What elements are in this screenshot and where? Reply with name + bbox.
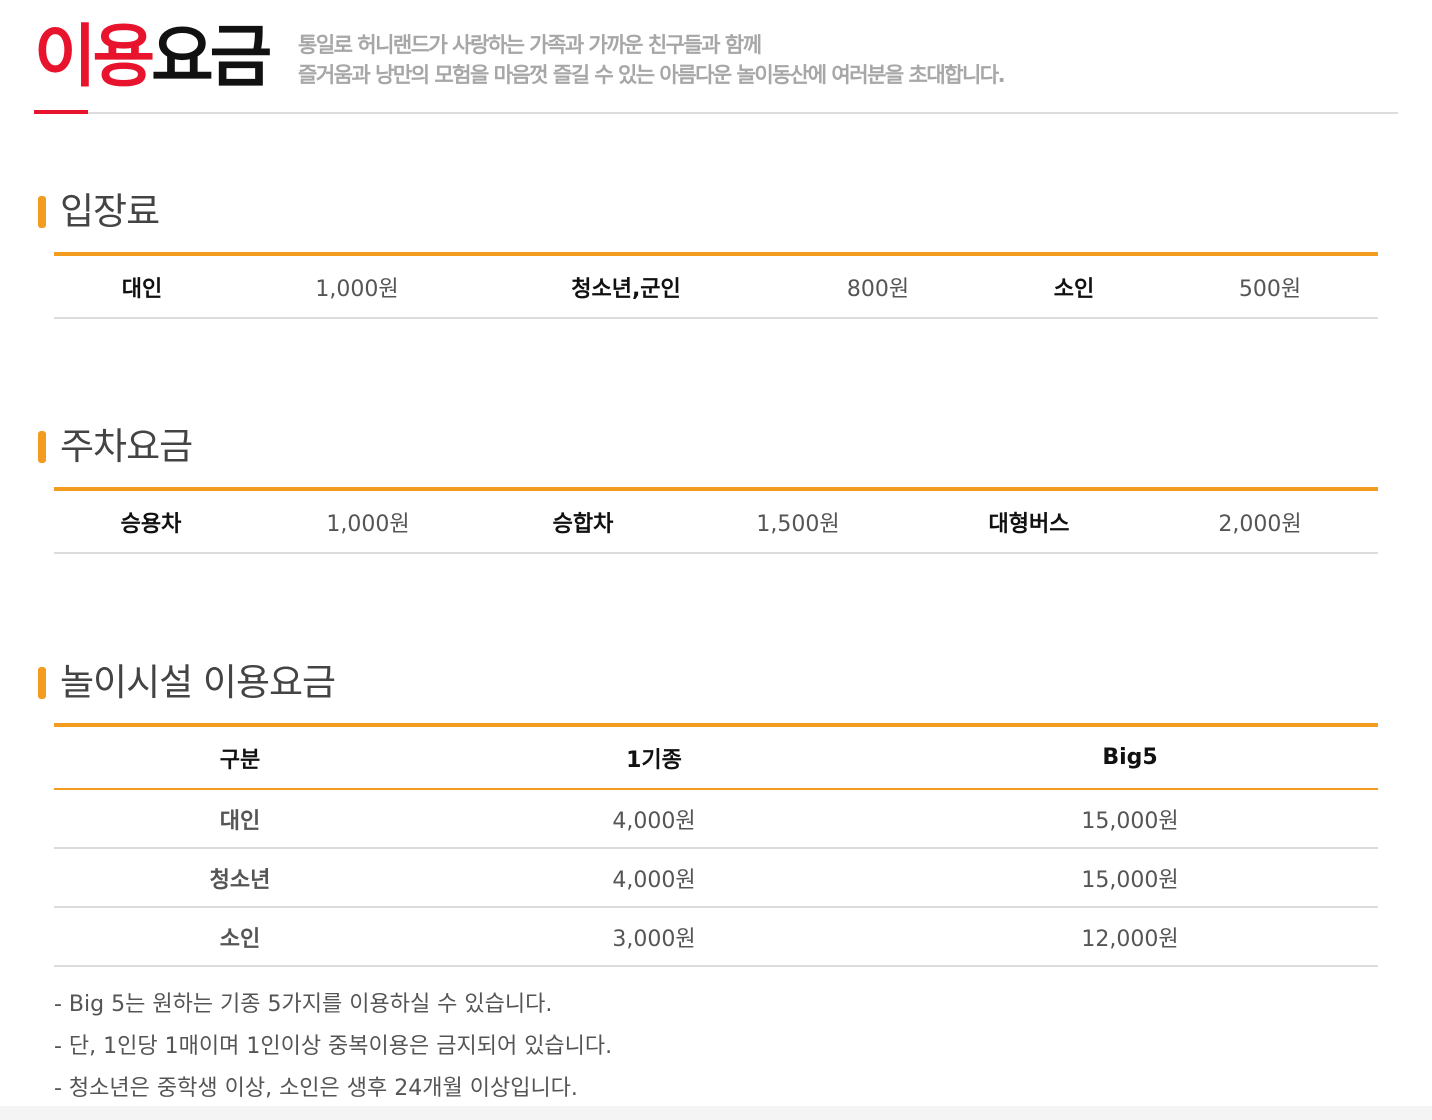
admission-value-youth: 800원 xyxy=(846,276,910,302)
page-title: 이용 요금 xyxy=(34,18,272,98)
table-row: 대인 4,000원 15,000원 xyxy=(54,790,1378,849)
intro-line-1: 통일로 허니랜드가 사랑하는 가족과 가까운 친구들과 함께 xyxy=(298,33,762,57)
admission-label-youth: 청소년,군인 xyxy=(571,276,681,302)
intro-line-2: 즐거움과 낭만의 모험을 마음껏 즐길 수 있는 아름다운 놀이동산에 여러분을… xyxy=(298,63,1006,87)
parking-value-bus: 2,000원 xyxy=(1218,511,1302,537)
admission-label-child: 소인 xyxy=(1053,276,1095,302)
note-item: - 청소년은 중학생 이상, 소인은 생후 24개월 이상입니다. xyxy=(54,1076,578,1101)
page-title-red: 이용 xyxy=(34,18,155,97)
parking-value-van: 1,500원 xyxy=(756,511,840,537)
notes: - Big 5는 원하는 기종 5가지를 이용하실 수 있습니다. - 단, 1… xyxy=(54,984,612,1110)
header-accent-bar xyxy=(34,110,88,114)
table-row: 청소년 4,000원 15,000원 xyxy=(54,849,1378,908)
parking-label-car: 승용차 xyxy=(120,511,182,537)
child-big5-price: 12,000원 xyxy=(1081,926,1179,952)
note-item: - 단, 1인당 1매이며 1인이상 중복이용은 금지되어 있습니다. xyxy=(54,1034,613,1059)
header-divider xyxy=(34,112,1398,114)
section-marker xyxy=(38,196,46,228)
admission-section-title: 입장료 xyxy=(38,190,160,234)
youth-big5-price: 15,000원 xyxy=(1081,867,1179,893)
admission-label-adult: 대인 xyxy=(121,276,163,302)
parking-section-title: 주차요금 xyxy=(38,425,193,469)
row-label-child: 소인 xyxy=(219,926,261,952)
adult-single-price: 4,000원 xyxy=(612,808,696,834)
row-label-adult: 대인 xyxy=(219,808,261,834)
row-label-youth: 청소년 xyxy=(209,867,271,893)
section-marker xyxy=(38,431,46,463)
parking-title: 주차요금 xyxy=(60,425,193,468)
admission-value-adult: 1,000원 xyxy=(315,276,399,302)
table-header-row: 구분 1기종 Big5 xyxy=(54,727,1378,790)
intro-text: 통일로 허니랜드가 사랑하는 가족과 가까운 친구들과 함께 즐거움과 낭만의 … xyxy=(298,30,1006,90)
admission-title: 입장료 xyxy=(60,190,160,233)
table-row: 소인 3,000원 12,000원 xyxy=(54,908,1378,967)
adult-big5-price: 15,000원 xyxy=(1081,808,1179,834)
admission-table: 대인 1,000원 청소년,군인 800원 소인 500원 xyxy=(54,252,1378,319)
admission-value-child: 500원 xyxy=(1238,276,1302,302)
page-header: 이용 요금 통일로 허니랜드가 사랑하는 가족과 가까운 친구들과 함께 즐거움… xyxy=(34,18,1398,114)
child-single-price: 3,000원 xyxy=(612,926,696,952)
facility-section-title: 놀이시설 이용요금 xyxy=(38,661,336,705)
section-marker xyxy=(38,667,46,699)
facility-title: 놀이시설 이용요금 xyxy=(60,661,336,704)
page-bottom-edge xyxy=(0,1106,1432,1120)
column-header-category: 구분 xyxy=(219,747,261,773)
column-header-big5: Big5 xyxy=(1102,745,1158,770)
column-header-single: 1기종 xyxy=(626,747,682,773)
parking-table: 승용차 1,000원 승합차 1,500원 대형버스 2,000원 xyxy=(54,487,1378,554)
page: 이용 요금 통일로 허니랜드가 사랑하는 가족과 가까운 친구들과 함께 즐거움… xyxy=(0,0,1432,1120)
parking-label-van: 승합차 xyxy=(552,511,614,537)
page-title-black: 요금 xyxy=(151,18,272,97)
parking-value-car: 1,000원 xyxy=(326,511,410,537)
facility-table: 구분 1기종 Big5 대인 4,000원 15,000원 청소년 4,000원… xyxy=(54,723,1378,967)
parking-label-bus: 대형버스 xyxy=(988,511,1070,537)
youth-single-price: 4,000원 xyxy=(612,867,696,893)
note-item: - Big 5는 원하는 기종 5가지를 이용하실 수 있습니다. xyxy=(54,992,553,1017)
